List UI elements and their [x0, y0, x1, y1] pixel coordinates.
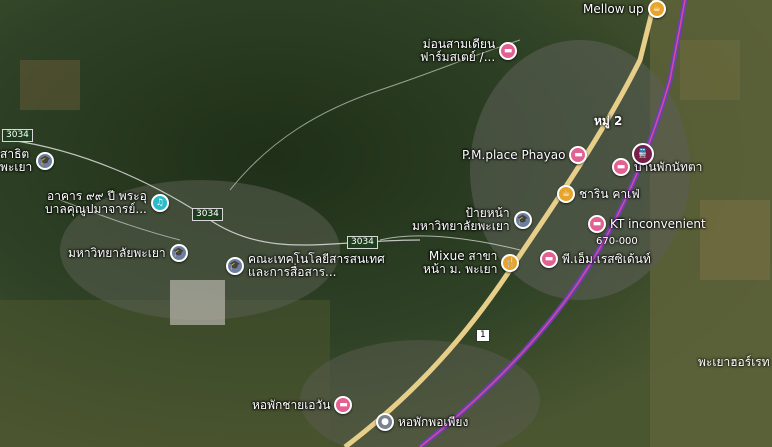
- poi-label: KT inconvenient: [610, 216, 706, 231]
- poi-label: มหาวิทยาลัยพะเยา: [68, 245, 166, 260]
- graduation-cap-icon: 🎓: [513, 211, 532, 229]
- poi-label: Mixue สาขา หน้า ม. พะเยา: [423, 249, 498, 276]
- bed-icon: ▬: [334, 396, 353, 414]
- poi-kt-inconvenient[interactable]: ▬ KT inconvenient: [588, 215, 706, 233]
- music-note-icon: ♫: [150, 194, 169, 212]
- poi-train-station[interactable]: 🚆: [632, 143, 654, 165]
- place-pin-icon: ●: [376, 413, 394, 431]
- poi-mellow-up[interactable]: Mellow up ☕: [583, 0, 666, 18]
- map-view[interactable]: 3034 3034 3034 1 Mellow up ☕ ม่อนสามเดีย…: [0, 0, 772, 447]
- area-label-moo2: หมู่ 2: [594, 114, 623, 128]
- poi-label: หอพักชายเอวัน: [252, 397, 331, 412]
- bed-icon: ▬: [612, 158, 630, 176]
- poi-hopak-chai[interactable]: หอพักชายเอวัน ▬: [252, 396, 353, 414]
- poi-label: P.M.place Phayao: [462, 147, 566, 162]
- poi-label: ม่อนสามเดียน ฟาร์มสเตย์ /...: [420, 37, 496, 64]
- poi-monsam-farmstay[interactable]: ม่อนสามเดียน ฟาร์มสเตย์ /... ▬: [420, 37, 518, 64]
- poi-aakan-99[interactable]: อาคาร ๙๙ ปี พระอุ บาลคุณูปมาจารย์... ♫: [45, 190, 169, 216]
- graduation-cap-icon: 🎓: [36, 152, 55, 170]
- road-shield: 3034: [347, 236, 378, 249]
- food-icon: ☕: [647, 0, 666, 18]
- poi-sathit[interactable]: สาธิต พะเยา 🎓: [0, 147, 55, 174]
- bed-icon: ▬: [588, 215, 606, 233]
- graduation-cap-icon: 🎓: [169, 244, 188, 262]
- road-shield: 3034: [2, 129, 33, 142]
- poi-pm-place[interactable]: P.M.place Phayao ▬: [462, 146, 588, 164]
- poi-label: หอพักพอเพียง: [398, 414, 469, 429]
- poi-label: สาธิต พะเยา: [0, 147, 33, 174]
- poi-label: อาคาร ๙๙ ปี พระอุ บาลคุณูปมาจารย์...: [45, 189, 147, 216]
- poi-label: คณะเทคโนโลยีสารสนเทศ และการสื่อสาร...: [248, 252, 385, 279]
- bed-icon: ▬: [569, 146, 588, 164]
- poi-mixue[interactable]: Mixue สาขา หน้า ม. พะเยา 🍴: [423, 249, 520, 276]
- poi-pai-na[interactable]: ป้ายหน้า มหาวิทยาลัยพะเยา 🎓: [412, 207, 532, 233]
- price-label: 670-000: [596, 236, 638, 247]
- coffee-icon: ☕: [557, 185, 575, 203]
- road-shield: 3034: [192, 208, 223, 221]
- poi-label: Mellow up: [583, 1, 644, 16]
- poi-ban-pak[interactable]: ▬ บ้านพักนัทตา: [612, 158, 702, 176]
- poi-hopak-pho[interactable]: ● หอพักพอเพียง: [376, 413, 468, 431]
- train-icon: 🚆: [632, 143, 654, 165]
- poi-charin-cafe[interactable]: ☕ ชาริน คาเฟ่: [557, 185, 640, 203]
- fork-knife-icon: 🍴: [501, 254, 520, 272]
- graduation-cap-icon: 🎓: [226, 257, 244, 275]
- route-marker: 1: [476, 329, 490, 342]
- bed-icon: ▬: [540, 250, 558, 268]
- poi-mahawit-phayao[interactable]: มหาวิทยาลัยพะเยา 🎓: [68, 244, 188, 262]
- bed-icon: ▬: [499, 42, 518, 60]
- poi-pe-resident[interactable]: ▬ พี.เอ็ม.เรสซิเด้นท์: [540, 250, 651, 268]
- poi-label: ชาริน คาเฟ่: [579, 186, 640, 201]
- poi-label: พี.เอ็ม.เรสซิเด้นท์: [562, 251, 651, 266]
- area-label-phayao-heart: พะเยาฮอร์เรท: [698, 355, 770, 369]
- poi-label: ป้ายหน้า มหาวิทยาลัยพะเยา: [412, 206, 510, 233]
- poi-khana-it[interactable]: 🎓 คณะเทคโนโลยีสารสนเทศ และการสื่อสาร...: [226, 253, 385, 279]
